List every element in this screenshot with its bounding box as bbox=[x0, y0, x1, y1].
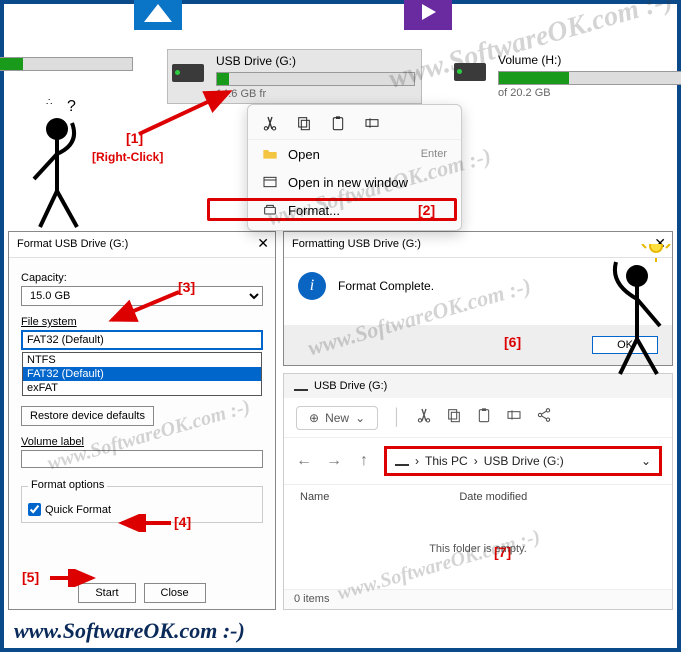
drive-glyph-icon bbox=[395, 464, 409, 466]
rename-icon[interactable] bbox=[506, 407, 522, 428]
fs-option-exfat[interactable]: exFAT bbox=[23, 381, 261, 395]
photos-tile-icon bbox=[134, 0, 182, 30]
paste-icon[interactable] bbox=[330, 115, 346, 131]
drive-icon bbox=[172, 64, 204, 82]
fs-option-fat32[interactable]: FAT32 (Default) bbox=[23, 367, 261, 381]
quick-format-label: Quick Format bbox=[45, 504, 111, 516]
filesystem-dropdown-list: NTFS FAT32 (Default) exFAT bbox=[22, 352, 262, 396]
chevron-down-icon: ⌄ bbox=[355, 411, 365, 425]
chevron-down-icon[interactable]: ⌄ bbox=[641, 454, 651, 468]
ctx-open-new-window[interactable]: Open in new window bbox=[248, 168, 461, 196]
copy-icon[interactable] bbox=[296, 115, 312, 131]
forward-button[interactable]: → bbox=[324, 452, 344, 470]
svg-text:∴: ∴ bbox=[46, 99, 52, 108]
tile-icons-row bbox=[4, 4, 677, 34]
context-menu: Open Enter Open in new window Format... bbox=[247, 104, 462, 231]
paste-icon[interactable] bbox=[476, 407, 492, 428]
explorer-command-bar: ⊕ New ⌄ │ bbox=[284, 398, 672, 438]
breadcrumb-sep: › bbox=[415, 454, 419, 468]
format-options-group: Format options Quick Format bbox=[21, 486, 263, 523]
col-name[interactable]: Name bbox=[300, 491, 329, 503]
svg-text:?: ? bbox=[67, 99, 76, 115]
ctx-open-new-label: Open in new window bbox=[288, 175, 408, 190]
plus-icon: ⊕ bbox=[309, 411, 319, 425]
drive-subtext: 14.6 GB fr bbox=[216, 88, 415, 100]
capacity-select[interactable]: 15.0 GB bbox=[21, 286, 263, 306]
drive-glyph-icon bbox=[294, 389, 308, 391]
new-button[interactable]: ⊕ New ⌄ bbox=[296, 406, 378, 430]
cut-icon[interactable] bbox=[416, 407, 432, 428]
empty-folder-text: This folder is empty. bbox=[284, 543, 672, 555]
stick-figure-idea bbox=[602, 244, 681, 394]
breadcrumb-this-pc[interactable]: This PC bbox=[425, 454, 468, 468]
drive-name: Volume (H:) bbox=[498, 53, 681, 67]
info-icon: i bbox=[298, 272, 326, 300]
ctx-open-shortcut: Enter bbox=[421, 148, 447, 160]
format-dialog-title-text: Format USB Drive (G:) bbox=[17, 238, 128, 250]
close-icon[interactable]: ✕ bbox=[257, 235, 269, 252]
close-button[interactable]: Close bbox=[144, 583, 206, 603]
breadcrumb-sep: › bbox=[474, 454, 478, 468]
quick-format-checkbox[interactable] bbox=[28, 503, 41, 516]
format-dialog: Format USB Drive (G:) ✕ Capacity: 15.0 G… bbox=[8, 231, 276, 610]
drive-capacity-bar bbox=[0, 57, 133, 71]
up-button[interactable]: ↑ bbox=[354, 452, 374, 470]
filesystem-label: File system bbox=[21, 316, 263, 328]
drive-item[interactable]: Volume (H:) of 20.2 GB bbox=[450, 49, 681, 104]
explorer-window: USB Drive (G:) ⊕ New ⌄ │ ← → ↑ › This PC… bbox=[283, 373, 673, 610]
cut-icon[interactable] bbox=[262, 115, 278, 131]
drive-name: USB Drive (G:) bbox=[216, 54, 415, 68]
drive-item[interactable]: f 9.77 GB bbox=[0, 49, 139, 104]
filesystem-selected: FAT32 (Default) bbox=[23, 332, 261, 348]
ctx-format[interactable]: Format... bbox=[248, 196, 461, 224]
ctx-format-label: Format... bbox=[288, 203, 340, 218]
capacity-label: Capacity: bbox=[21, 272, 263, 284]
drive-capacity-bar bbox=[216, 72, 415, 86]
fs-option-ntfs[interactable]: NTFS bbox=[23, 353, 261, 367]
volume-label-label: Volume label bbox=[21, 436, 263, 448]
folder-icon bbox=[262, 146, 278, 162]
new-window-icon bbox=[262, 174, 278, 190]
msg-dialog-title-text: Formatting USB Drive (G:) bbox=[292, 238, 421, 250]
restore-defaults-button[interactable]: Restore device defaults bbox=[21, 406, 154, 426]
filesystem-select[interactable]: FAT32 (Default) NTFS FAT32 (Default) exF… bbox=[21, 330, 263, 350]
ctx-open-label: Open bbox=[288, 147, 320, 162]
format-icon bbox=[262, 202, 278, 218]
drive-subtext: of 20.2 GB bbox=[498, 87, 681, 99]
column-headers: Name Date modified bbox=[284, 484, 672, 509]
copy-icon[interactable] bbox=[446, 407, 462, 428]
footer-watermark: www.SoftwareOK.com :-) bbox=[14, 618, 245, 644]
drive-subtext: f 9.77 GB bbox=[0, 73, 133, 85]
col-date[interactable]: Date modified bbox=[459, 491, 527, 503]
format-options-title: Format options bbox=[28, 479, 107, 491]
drive-icon bbox=[454, 63, 486, 81]
breadcrumb-drive[interactable]: USB Drive (G:) bbox=[484, 454, 564, 468]
videos-tile-icon bbox=[404, 0, 452, 30]
start-button[interactable]: Start bbox=[78, 583, 135, 603]
share-icon[interactable] bbox=[536, 407, 552, 428]
explorer-nav-bar: ← → ↑ › This PC › USB Drive (G:) ⌄ bbox=[284, 438, 672, 484]
new-button-label: New bbox=[325, 411, 349, 425]
address-bar[interactable]: › This PC › USB Drive (G:) ⌄ bbox=[384, 446, 662, 476]
drive-item-usb[interactable]: USB Drive (G:) 14.6 GB fr bbox=[167, 49, 422, 104]
drive-capacity-bar bbox=[498, 71, 681, 85]
explorer-title-text: USB Drive (G:) bbox=[314, 380, 387, 392]
stick-figure-thinking: ? ∴ bbox=[22, 99, 102, 239]
volume-label-input[interactable] bbox=[21, 450, 263, 468]
ctx-open[interactable]: Open Enter bbox=[248, 140, 461, 168]
rename-icon[interactable] bbox=[364, 115, 380, 131]
status-bar: 0 items bbox=[284, 589, 672, 609]
back-button[interactable]: ← bbox=[294, 452, 314, 470]
msg-text: Format Complete. bbox=[338, 279, 434, 293]
